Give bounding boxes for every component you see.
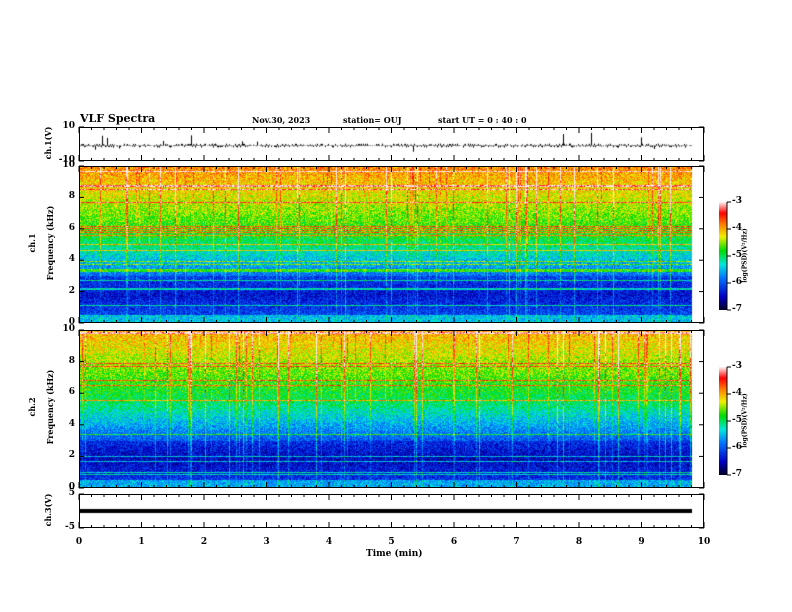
- y-tick-label: 6: [68, 387, 75, 398]
- ch1-spec-ylabel: Frequency (kHz): [45, 205, 55, 281]
- ch2-spec-ylabel-top: ch.2: [27, 397, 37, 417]
- colorbar-tick-label: -7: [732, 304, 742, 314]
- x-tick-label: 10: [697, 537, 711, 547]
- y-tick-label: 4: [68, 418, 75, 429]
- x-tick-label: 7: [513, 537, 520, 547]
- x-tick-label: 3: [263, 537, 270, 547]
- colorbar-tick-label: -6: [732, 277, 742, 287]
- x-tick-label: 1: [138, 537, 145, 547]
- x-tick-label: 8: [575, 537, 583, 547]
- ch1-spec-ylabel-top: ch.1: [27, 233, 37, 253]
- x-tick-label: 4: [325, 537, 333, 547]
- x-tick-label: 2: [200, 537, 208, 547]
- y-tick-label: 2: [68, 285, 75, 296]
- ch3-ylabel: ch.3(V): [43, 493, 53, 527]
- y-tick-label: 2: [68, 450, 75, 461]
- y-tick-label: 8: [68, 191, 75, 202]
- y-tick-label: 10: [62, 160, 75, 170]
- y-tick-label: 5: [68, 488, 75, 498]
- y-tick-label: 10: [62, 324, 75, 334]
- y-tick-label: 4: [68, 254, 75, 265]
- x-tick-label: 9: [638, 537, 645, 547]
- x-tick-label: 6: [450, 537, 458, 547]
- x-axis-label: Time (min): [366, 549, 423, 559]
- colorbar-tick-label: -3: [732, 361, 742, 371]
- colorbar-tick-label: -7: [732, 469, 742, 479]
- axes-overlay: [78, 126, 731, 529]
- y-tick-label: 10: [62, 121, 75, 131]
- y-tick-label: 8: [68, 355, 75, 366]
- y-tick-label: 6: [68, 222, 75, 233]
- ch1-colorbar-label: log(PSD)(V²/Hz): [741, 228, 749, 283]
- y-tick-label: -5: [65, 522, 75, 532]
- colorbar-tick-label: -6: [732, 442, 742, 452]
- colorbar-tick-label: -5: [732, 415, 742, 425]
- colorbar-tick-label: -4: [732, 388, 742, 398]
- colorbar-tick-label: -5: [732, 250, 742, 260]
- ch2-colorbar-label: log(PSD)(V²/Hz): [741, 393, 749, 448]
- ch2-spec-ylabel: Frequency (kHz): [45, 369, 55, 445]
- colorbar-tick-label: -3: [732, 196, 742, 206]
- ch1-ylabel: ch.1(V): [43, 126, 53, 160]
- vlf-spectra-figure: VLF Spectra Nov.30, 2023 station= OUJ st…: [0, 0, 792, 612]
- x-tick-label: 0: [75, 537, 83, 547]
- x-tick-label: 5: [388, 537, 395, 547]
- colorbar-tick-label: -4: [732, 223, 742, 233]
